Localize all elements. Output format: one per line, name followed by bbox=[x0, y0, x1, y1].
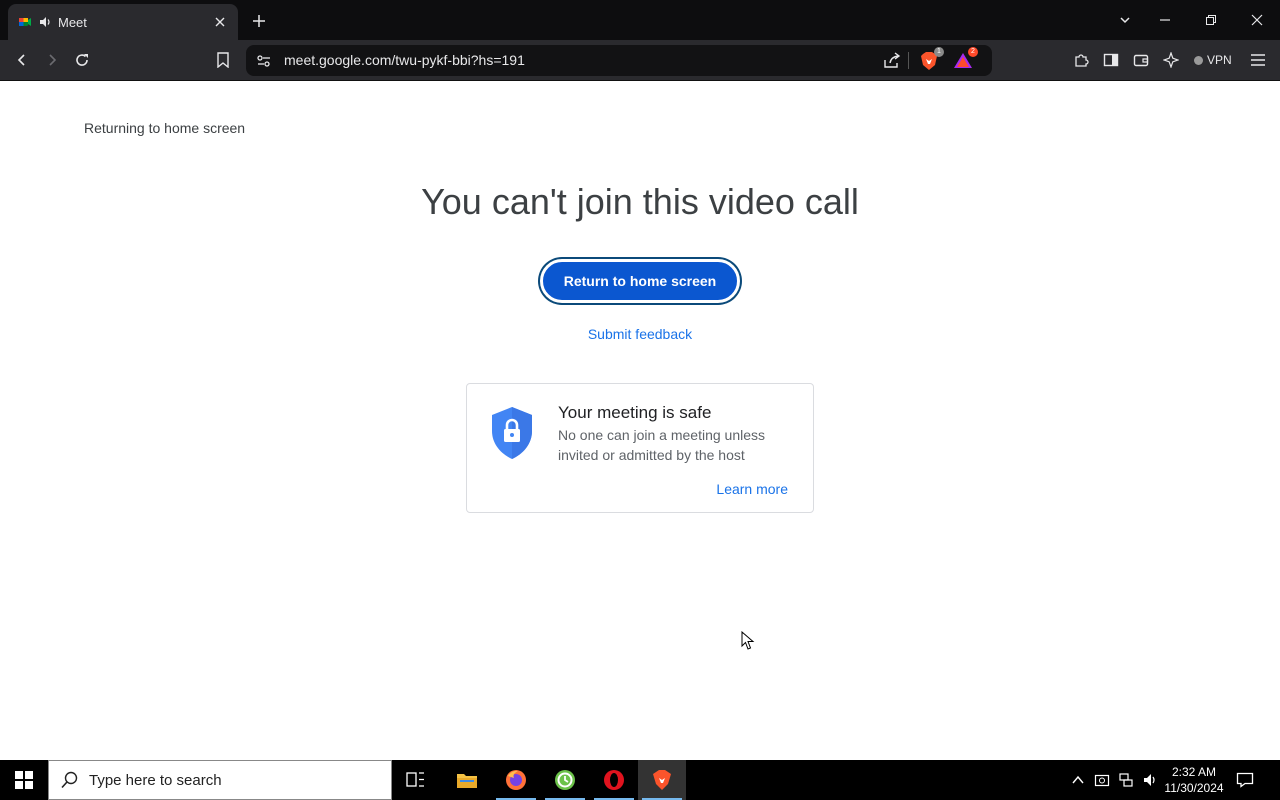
rewards-count-badge: 2 bbox=[968, 47, 978, 57]
folder-icon bbox=[457, 774, 477, 788]
arrow-right-icon bbox=[49, 54, 57, 66]
speaker-icon bbox=[1144, 774, 1155, 786]
notifications-button[interactable] bbox=[1232, 768, 1258, 792]
new-tab-button[interactable] bbox=[248, 10, 270, 32]
windows-logo-icon bbox=[15, 771, 33, 789]
show-hidden-icons-button[interactable] bbox=[1067, 760, 1089, 800]
clock-date: 11/30/2024 bbox=[1164, 781, 1224, 795]
bookmark-button[interactable] bbox=[211, 48, 235, 72]
opera-icon bbox=[604, 770, 624, 790]
browser-toolbar: meet.google.com/twu-pykf-bbi?hs=191 1 2 bbox=[0, 40, 1280, 81]
submit-feedback-link[interactable]: Submit feedback bbox=[0, 326, 1280, 342]
address-bar[interactable]: meet.google.com/twu-pykf-bbi?hs=191 1 2 bbox=[246, 45, 992, 76]
card-title: Your meeting is safe bbox=[558, 403, 712, 422]
reload-icon bbox=[76, 54, 88, 66]
wallet-icon bbox=[1133, 54, 1149, 67]
extensions-button[interactable] bbox=[1069, 48, 1093, 72]
tab-title: Meet bbox=[58, 14, 87, 30]
brave-rewards-button[interactable]: 2 bbox=[952, 47, 978, 72]
back-button[interactable] bbox=[10, 48, 34, 72]
puzzle-icon bbox=[1075, 54, 1089, 67]
speaker-icon[interactable] bbox=[38, 15, 52, 29]
firefox-icon bbox=[506, 770, 526, 790]
task-view-icon bbox=[406, 772, 424, 787]
browser-tabstrip: Meet bbox=[0, 0, 1280, 40]
close-window-button[interactable] bbox=[1245, 8, 1269, 32]
taskbar-brave[interactable] bbox=[638, 760, 686, 800]
arrow-left-icon bbox=[17, 54, 25, 66]
task-view-button[interactable] bbox=[392, 760, 440, 800]
taskbar-clock[interactable]: 2:32 AM 11/30/2024 bbox=[1160, 764, 1228, 796]
minimize-icon bbox=[1160, 19, 1170, 21]
wallet-button[interactable] bbox=[1129, 48, 1153, 72]
windows-taskbar: Type here to search 2:32 AM 11/30/2024 bbox=[0, 760, 1280, 800]
submit-feedback-label[interactable]: Submit feedback bbox=[588, 326, 692, 342]
page-title: You can't join this video call bbox=[421, 181, 859, 222]
leo-ai-button[interactable] bbox=[1159, 48, 1183, 72]
minimize-button[interactable] bbox=[1153, 8, 1177, 32]
return-home-button[interactable]: Return to home screen bbox=[540, 259, 740, 303]
clock-app-icon bbox=[555, 770, 575, 790]
start-button[interactable] bbox=[0, 760, 48, 800]
vpn-status-dot bbox=[1194, 55, 1203, 65]
chevron-up-icon bbox=[1072, 775, 1084, 784]
tab-search-button[interactable] bbox=[1113, 8, 1137, 32]
sidebar-button[interactable] bbox=[1099, 48, 1123, 72]
bookmark-icon bbox=[217, 52, 229, 68]
volume-button[interactable] bbox=[1139, 760, 1161, 800]
device-tray-icon bbox=[1094, 774, 1110, 787]
taskbar-search-box[interactable]: Type here to search bbox=[48, 760, 392, 800]
restore-button[interactable] bbox=[1199, 8, 1223, 32]
brave-lion-icon bbox=[653, 770, 671, 790]
plus-icon bbox=[253, 15, 265, 27]
main-menu-button[interactable] bbox=[1246, 48, 1270, 72]
network-icon bbox=[1119, 773, 1133, 787]
reload-button[interactable] bbox=[70, 48, 94, 72]
shields-count-badge: 1 bbox=[934, 47, 944, 57]
brave-shields-button[interactable]: 1 bbox=[918, 47, 944, 72]
search-placeholder: Type here to search bbox=[89, 771, 222, 789]
taskbar-opera[interactable] bbox=[590, 760, 638, 800]
shield-lock-icon bbox=[492, 407, 532, 459]
forward-button[interactable] bbox=[40, 48, 64, 72]
returning-status-text: Returning to home screen bbox=[84, 120, 246, 136]
vpn-label: VPN bbox=[1207, 53, 1232, 67]
sidebar-icon bbox=[1103, 53, 1119, 67]
share-icon[interactable] bbox=[882, 51, 902, 71]
divider bbox=[908, 52, 909, 69]
google-meet-favicon-icon bbox=[19, 18, 31, 26]
vpn-button[interactable]: VPN bbox=[1194, 51, 1232, 69]
search-icon bbox=[61, 771, 78, 789]
chevron-down-icon bbox=[1120, 17, 1130, 24]
mouse-pointer-icon bbox=[741, 631, 755, 650]
tab-meet[interactable]: Meet bbox=[8, 4, 238, 40]
url-text[interactable]: meet.google.com/twu-pykf-bbi?hs=191 bbox=[284, 52, 525, 68]
taskbar-file-explorer[interactable] bbox=[443, 760, 491, 800]
site-info-icon[interactable] bbox=[255, 52, 273, 70]
meet-page: Returning to home screen You can't join … bbox=[0, 81, 1280, 760]
taskbar-app-green[interactable] bbox=[541, 760, 589, 800]
tab-close-icon[interactable] bbox=[212, 14, 228, 30]
tray-app-icon[interactable] bbox=[1091, 760, 1113, 800]
restore-icon bbox=[1206, 15, 1216, 25]
clock-time: 2:32 AM bbox=[1171, 765, 1217, 779]
meeting-safety-card: Your meeting is safe No one can join a m… bbox=[466, 383, 814, 513]
hamburger-menu-icon bbox=[1251, 54, 1265, 66]
learn-more-link[interactable]: Learn more bbox=[716, 481, 788, 497]
card-description: No one can join a meeting unless invited… bbox=[558, 427, 766, 463]
notification-icon bbox=[1236, 772, 1254, 788]
taskbar-firefox[interactable] bbox=[492, 760, 540, 800]
sparkle-icon bbox=[1163, 52, 1179, 68]
network-button[interactable] bbox=[1115, 760, 1137, 800]
close-icon bbox=[1251, 14, 1263, 26]
